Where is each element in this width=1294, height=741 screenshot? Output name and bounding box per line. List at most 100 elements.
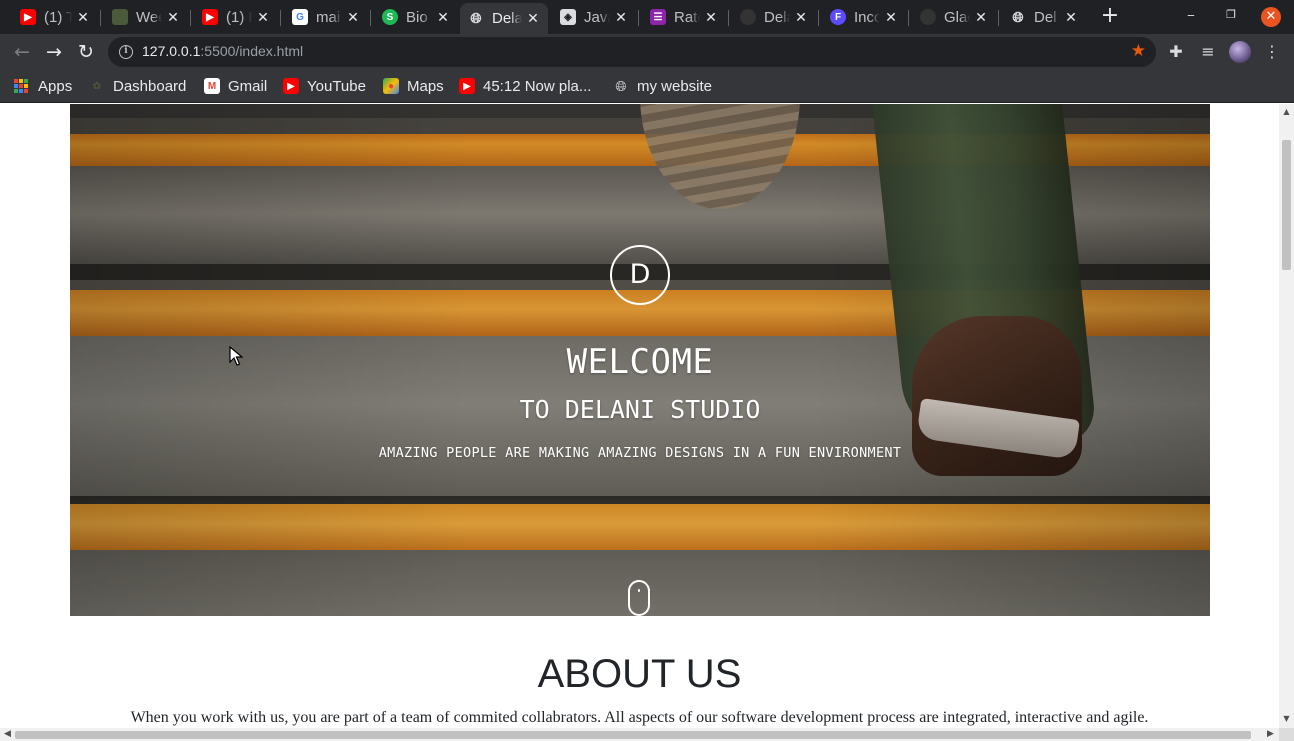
youtube-icon: ▶ xyxy=(459,78,475,94)
horizontal-scroll-thumb[interactable] xyxy=(15,731,1251,739)
youtube-icon: ▶ xyxy=(202,9,218,25)
globe-icon: 🌐︎ xyxy=(615,77,627,94)
browser-tab[interactable]: G mai ✕ xyxy=(284,3,368,31)
tab-divider xyxy=(908,10,909,26)
tab-divider xyxy=(818,10,819,26)
window-close-icon[interactable]: ✕ xyxy=(1261,7,1281,27)
new-tab-button[interactable]: + xyxy=(1100,5,1120,28)
s-icon: S xyxy=(382,9,398,25)
restore-icon[interactable]: ❐ xyxy=(1222,8,1240,21)
scroll-right-arrow-icon[interactable]: ▶ xyxy=(1267,729,1274,739)
bookmark-label: YouTube xyxy=(307,77,366,95)
list-icon: ☰ xyxy=(650,9,666,25)
browser-tab[interactable]: ▶ (1) T ✕ xyxy=(12,3,98,31)
tab-close-icon[interactable]: ✕ xyxy=(346,9,360,26)
bookmark-label: Apps xyxy=(38,77,73,95)
tab-close-icon[interactable]: ✕ xyxy=(884,9,898,26)
browser-tab-active[interactable]: 🌐︎ Dela ✕ xyxy=(460,3,548,34)
tab-divider xyxy=(638,10,639,26)
tab-close-icon[interactable]: ✕ xyxy=(974,9,988,26)
scroll-up-arrow-icon[interactable]: ▲ xyxy=(1282,107,1291,117)
java-icon: ◈ xyxy=(560,9,576,25)
back-arrow-icon[interactable]: ← xyxy=(11,41,33,63)
tab-title: Dela xyxy=(764,8,790,26)
tab-divider xyxy=(280,10,281,26)
tab-close-icon[interactable]: ✕ xyxy=(166,9,180,26)
tab-close-icon[interactable]: ✕ xyxy=(76,9,90,26)
youtube-icon: ▶ xyxy=(20,9,36,25)
scroll-down-arrow-icon[interactable]: ▼ xyxy=(1282,714,1291,724)
extensions-puzzle-icon[interactable]: ✚ xyxy=(1166,42,1186,62)
bookmark-maps[interactable]: ● Maps xyxy=(383,76,444,96)
bookmark-star-icon[interactable]: ★ xyxy=(1131,41,1146,61)
vertical-scrollbar[interactable]: ▲ ▼ xyxy=(1279,104,1294,728)
bookmark-label: my website xyxy=(637,77,713,95)
tab-close-icon[interactable]: ✕ xyxy=(614,9,628,26)
tab-title: (1) H xyxy=(226,8,252,26)
browser-tab[interactable]: Dela ✕ xyxy=(732,3,816,31)
browser-tab[interactable]: ☰ Rate ✕ xyxy=(642,3,726,31)
bookmark-dashboard[interactable]: ✿ Dashboard xyxy=(89,76,187,96)
maps-icon: ● xyxy=(383,78,399,94)
browser-tab[interactable]: ◈ Java ✕ xyxy=(552,3,636,31)
url-path: :5500/index.html xyxy=(200,43,304,59)
tree-icon: ✿ xyxy=(92,80,102,92)
kebab-menu-icon[interactable]: ⋮ xyxy=(1262,42,1282,62)
gmail-icon: M xyxy=(204,78,220,94)
browser-tab[interactable]: F Inco ✕ xyxy=(822,3,906,31)
site-info-icon[interactable]: i xyxy=(119,45,133,59)
tab-title: Dela xyxy=(492,10,522,27)
bookmark-label: 45:12 Now pla... xyxy=(483,77,592,95)
tab-close-icon[interactable]: ✕ xyxy=(794,9,808,26)
browser-tab[interactable]: S Bio ✕ xyxy=(374,3,458,31)
tab-title: Java xyxy=(584,8,610,26)
bookmark-my-website[interactable]: 🌐︎ my website xyxy=(613,76,712,96)
tab-title: Del xyxy=(1034,8,1057,26)
tab-divider xyxy=(100,10,101,26)
bookmark-now-playing[interactable]: ▶ 45:12 Now pla... xyxy=(459,76,591,96)
bookmark-youtube[interactable]: ▶ YouTube xyxy=(283,76,366,96)
browser-tab[interactable]: Wee ✕ xyxy=(104,3,188,31)
horizontal-scrollbar[interactable]: ◀ ▶ xyxy=(0,728,1279,741)
browser-tab[interactable]: ▶ (1) H ✕ xyxy=(194,3,278,31)
github-icon xyxy=(920,9,936,25)
tab-close-icon[interactable]: ✕ xyxy=(256,9,270,26)
tab-divider xyxy=(370,10,371,26)
github-icon xyxy=(740,9,756,25)
globe-icon: 🌐︎ xyxy=(1012,8,1024,25)
bookmark-label: Maps xyxy=(407,77,444,95)
tab-title: Wee xyxy=(136,8,162,26)
reload-icon[interactable]: ↻ xyxy=(75,41,97,63)
vertical-scroll-thumb[interactable] xyxy=(1282,140,1291,270)
address-bar[interactable]: i 127.0.0.1:5500/index.html ★ xyxy=(108,37,1156,67)
url-text[interactable]: 127.0.0.1:5500/index.html xyxy=(142,43,303,59)
hero-subtitle: TO DELANI STUDIO xyxy=(519,395,761,424)
studio-logo[interactable]: D xyxy=(610,245,670,305)
tab-title: Rate xyxy=(674,8,700,26)
bookmark-apps[interactable]: Apps xyxy=(14,76,72,96)
forward-arrow-icon[interactable]: → xyxy=(43,41,65,63)
bookmark-label: Dashboard xyxy=(113,77,187,95)
scroll-mouse-icon[interactable] xyxy=(628,580,650,616)
youtube-icon: ▶ xyxy=(283,78,299,94)
tab-close-icon[interactable]: ✕ xyxy=(526,10,540,27)
minimize-icon[interactable]: ‒ xyxy=(1182,8,1200,22)
browser-tab[interactable]: Glac ✕ xyxy=(912,3,996,31)
tab-close-icon[interactable]: ✕ xyxy=(704,9,718,26)
tab-divider xyxy=(998,10,999,26)
scroll-left-arrow-icon[interactable]: ◀ xyxy=(4,729,11,739)
bookmarks-bar: Apps ✿ Dashboard M Gmail ▶ YouTube ● Map… xyxy=(0,70,1294,103)
bookmark-gmail[interactable]: M Gmail xyxy=(204,76,267,96)
tab-title: Glac xyxy=(944,8,970,26)
profile-avatar[interactable] xyxy=(1229,41,1251,63)
tab-strip: ▶ (1) T ✕ Wee ✕ ▶ (1) H ✕ G mai ✕ S Bio … xyxy=(0,0,1294,34)
scrollbar-corner xyxy=(1279,728,1294,741)
browser-tab[interactable]: 🌐︎ Del ✕ xyxy=(1002,3,1086,31)
about-text: When you work with us, you are part of a… xyxy=(130,709,1149,726)
tab-close-icon[interactable]: ✕ xyxy=(436,9,450,26)
browser-toolbar: ← → ↻ i 127.0.0.1:5500/index.html ★ ✚ ≡ … xyxy=(0,34,1294,70)
media-queue-icon[interactable]: ≡ xyxy=(1198,42,1218,62)
apps-grid-icon xyxy=(14,79,28,93)
tab-divider xyxy=(190,10,191,26)
tab-close-icon[interactable]: ✕ xyxy=(1064,9,1078,26)
